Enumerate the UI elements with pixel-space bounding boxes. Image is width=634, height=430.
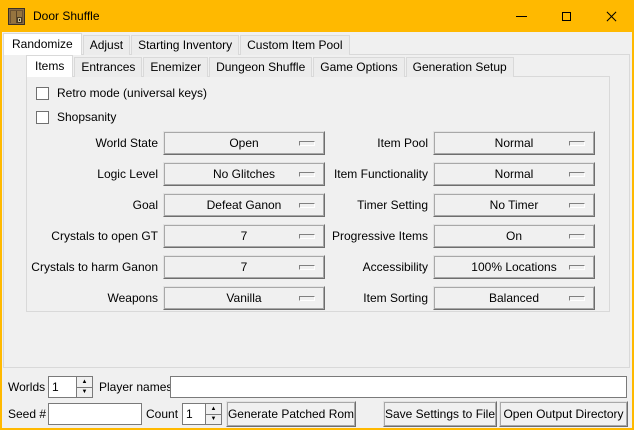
logic-level-label: Logic Level (26, 162, 158, 186)
item-sorting-dropdown[interactable]: Balanced (433, 286, 595, 310)
accessibility-dropdown[interactable]: 100% Locations (433, 255, 595, 279)
crystals-ganon-value: 7 (241, 256, 248, 278)
item-pool-dropdown[interactable]: Normal (433, 131, 595, 155)
goal-value: Defeat Ganon (207, 194, 282, 216)
weapons-value: Vanilla (226, 287, 261, 309)
tab-randomize[interactable]: Randomize (3, 33, 82, 55)
window-title: Door Shuffle (33, 9, 100, 23)
items-panel: Retro mode (universal keys) Shopsanity W… (26, 76, 610, 312)
goal-label: Goal (26, 193, 158, 217)
sub-tab-bar: Items Entrances Enemizer Dungeon Shuffle… (28, 55, 515, 77)
shopsanity-checkbox[interactable] (36, 111, 49, 124)
close-button[interactable] (589, 0, 634, 32)
crystals-gt-value: 7 (241, 225, 248, 247)
item-sorting-value: Balanced (489, 287, 539, 309)
count-value: 1 (186, 404, 193, 424)
app-window: Door Shuffle Randomize Adjust Starting I… (0, 0, 634, 430)
accessibility-value: 100% Locations (471, 256, 556, 278)
player-names-label: Player names (99, 376, 172, 398)
item-functionality-label: Item Functionality (278, 162, 428, 186)
tab-custom-item-pool[interactable]: Custom Item Pool (240, 35, 349, 55)
tab-dungeon-shuffle[interactable]: Dungeon Shuffle (209, 57, 312, 77)
count-spin-buttons: ▲ ▼ (205, 404, 221, 424)
player-names-input[interactable] (170, 376, 627, 398)
spin-up-icon[interactable]: ▲ (76, 377, 92, 388)
progressive-items-dropdown[interactable]: On (433, 224, 595, 248)
maximize-icon (562, 12, 571, 21)
save-settings-button[interactable]: Save Settings to File (383, 401, 497, 427)
timer-setting-dropdown[interactable]: No Timer (433, 193, 595, 217)
shopsanity-label: Shopsanity (57, 110, 116, 124)
timer-setting-value: No Timer (490, 194, 539, 216)
logic-level-value: No Glitches (213, 163, 275, 185)
accessibility-label: Accessibility (278, 255, 428, 279)
main-tab-bar: Randomize Adjust Starting Inventory Cust… (5, 33, 351, 55)
menu-indicator-icon (569, 172, 585, 177)
shopsanity-checkbox-row: Shopsanity (36, 110, 116, 124)
world-state-label: World State (26, 131, 158, 155)
open-output-directory-button[interactable]: Open Output Directory (499, 401, 628, 427)
close-icon (606, 11, 617, 22)
crystals-ganon-label: Crystals to harm Ganon (26, 255, 158, 279)
retro-mode-checkbox-row: Retro mode (universal keys) (36, 86, 207, 100)
spin-up-icon[interactable]: ▲ (205, 404, 221, 415)
generate-patched-rom-button[interactable]: Generate Patched Rom (226, 401, 356, 427)
item-pool-label: Item Pool (278, 131, 428, 155)
maximize-button[interactable] (544, 0, 589, 32)
item-pool-value: Normal (495, 132, 534, 154)
bottom-bar: Worlds 1 ▲ ▼ Player names Seed # Count 1… (0, 368, 634, 428)
menu-indicator-icon (569, 265, 585, 270)
count-label: Count (146, 403, 178, 425)
menu-indicator-icon (569, 296, 585, 301)
tab-generation-setup[interactable]: Generation Setup (406, 57, 514, 77)
progressive-items-value: On (506, 225, 522, 247)
minimize-button[interactable] (499, 0, 544, 32)
minimize-icon (516, 16, 527, 17)
worlds-value: 1 (52, 377, 59, 397)
worlds-spinner[interactable]: 1 ▲ ▼ (48, 376, 93, 398)
retro-mode-label: Retro mode (universal keys) (57, 86, 207, 100)
weapons-label: Weapons (26, 286, 158, 310)
menu-indicator-icon (569, 203, 585, 208)
item-functionality-dropdown[interactable]: Normal (433, 162, 595, 186)
spin-down-icon[interactable]: ▼ (76, 388, 92, 398)
window-controls (499, 0, 634, 32)
item-functionality-value: Normal (495, 163, 534, 185)
count-spinner[interactable]: 1 ▲ ▼ (182, 403, 222, 425)
item-sorting-label: Item Sorting (278, 286, 428, 310)
menu-indicator-icon (569, 234, 585, 239)
tab-enemizer[interactable]: Enemizer (143, 57, 208, 77)
world-state-value: Open (229, 132, 258, 154)
tab-items[interactable]: Items (26, 55, 73, 77)
spin-down-icon[interactable]: ▼ (205, 415, 221, 425)
tab-game-options[interactable]: Game Options (313, 57, 404, 77)
title-bar: Door Shuffle (0, 0, 634, 32)
menu-indicator-icon (569, 141, 585, 146)
timer-setting-label: Timer Setting (278, 193, 428, 217)
worlds-label: Worlds (8, 376, 45, 398)
worlds-spin-buttons: ▲ ▼ (76, 377, 92, 397)
seed-label: Seed # (8, 403, 46, 425)
tab-adjust[interactable]: Adjust (83, 35, 130, 55)
retro-mode-checkbox[interactable] (36, 87, 49, 100)
seed-input[interactable] (48, 403, 142, 425)
crystals-gt-label: Crystals to open GT (26, 224, 158, 248)
tab-entrances[interactable]: Entrances (74, 57, 142, 77)
tab-starting-inventory[interactable]: Starting Inventory (131, 35, 239, 55)
progressive-items-label: Progressive Items (278, 224, 428, 248)
door-app-icon[interactable] (8, 8, 25, 25)
